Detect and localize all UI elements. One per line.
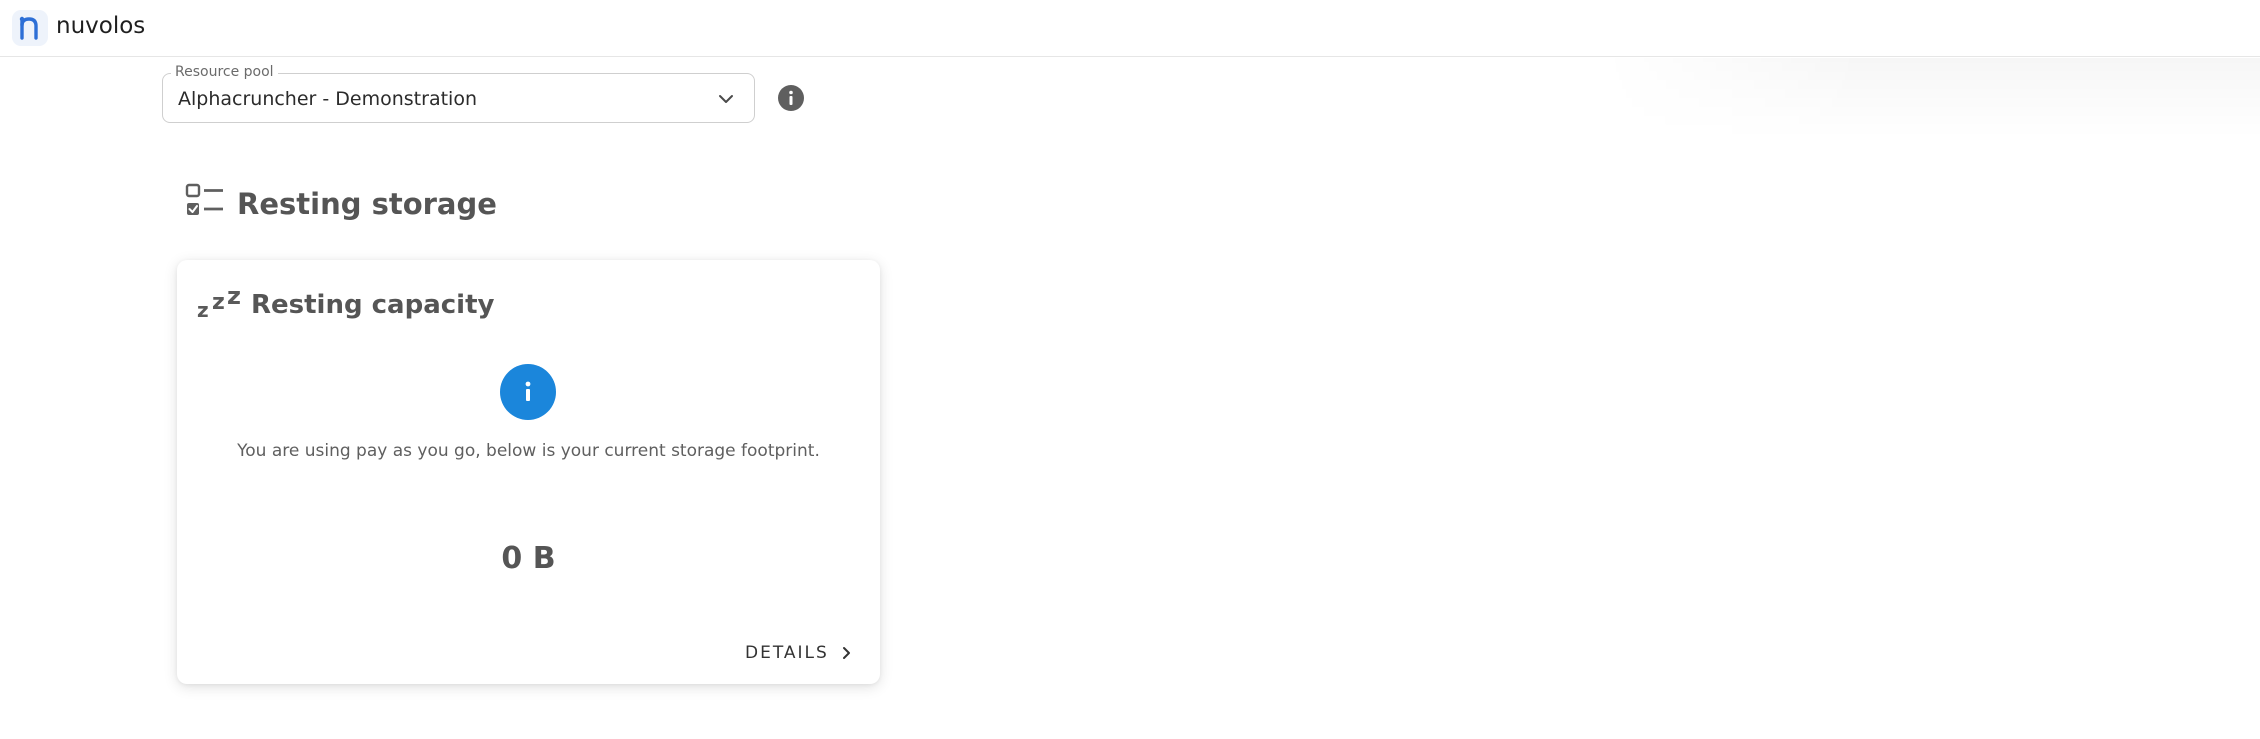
resource-pool-value: Alphacruncher - Demonstration bbox=[178, 88, 477, 110]
info-circle-icon bbox=[500, 364, 556, 420]
resting-capacity-card: z z z Resting capacity You are using pay… bbox=[177, 260, 880, 684]
checklist-icon bbox=[185, 183, 223, 215]
chevron-right-icon bbox=[842, 647, 850, 659]
chevron-down-icon[interactable] bbox=[716, 89, 736, 109]
storage-message: You are using pay as you go, below is yo… bbox=[237, 441, 820, 461]
app-name[interactable]: nuvolos bbox=[56, 11, 145, 41]
top-bar: nuvolos bbox=[0, 0, 2260, 57]
info-icon[interactable] bbox=[777, 84, 805, 112]
section-title: Resting storage bbox=[237, 187, 497, 221]
decorative-shadow bbox=[1600, 58, 2260, 138]
details-label: DETAILS bbox=[745, 643, 829, 663]
nuvolos-logo-icon[interactable] bbox=[12, 10, 48, 46]
resource-pool-label: Resource pool bbox=[171, 64, 278, 80]
resource-pool-select[interactable]: Resource pool Alphacruncher - Demonstrat… bbox=[162, 64, 755, 123]
card-title: Resting capacity bbox=[251, 290, 495, 320]
zzz-sleep-icon: z z z bbox=[197, 282, 241, 322]
details-button[interactable]: DETAILS bbox=[737, 636, 861, 670]
storage-value: 0 B bbox=[501, 541, 556, 576]
